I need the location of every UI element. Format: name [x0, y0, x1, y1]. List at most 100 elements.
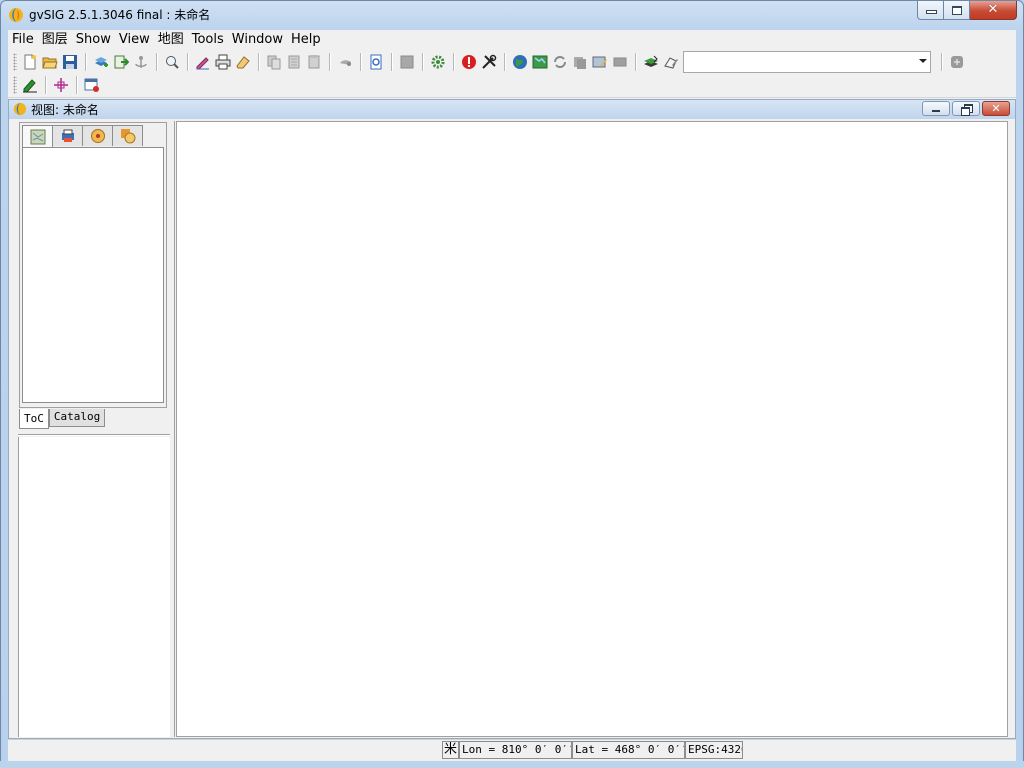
gear-icon[interactable] [429, 53, 447, 71]
map-layers-icon [30, 129, 45, 144]
overview-pane[interactable] [18, 437, 170, 737]
toolbar-separator [258, 53, 259, 71]
tab-catalog[interactable]: Catalog [48, 409, 106, 427]
toolbar-separator [504, 53, 505, 71]
toc-top-tabs [22, 125, 143, 147]
view-minimize-button[interactable] [922, 101, 950, 116]
globe-icon[interactable] [511, 53, 529, 71]
menu-window[interactable]: Window [228, 31, 287, 49]
restore-icon [961, 107, 970, 116]
view-frame-title: 视图: 未命名 [31, 103, 99, 117]
paste-icon[interactable] [305, 53, 323, 71]
cut-icon[interactable] [285, 53, 303, 71]
minimize-icon [932, 110, 940, 112]
tab-disc[interactable] [82, 125, 113, 146]
copy-icon[interactable] [265, 53, 283, 71]
panel-divider[interactable] [18, 434, 170, 436]
toc-bottom-tabs: ToC Catalog [19, 409, 106, 429]
export-icon[interactable] [112, 53, 130, 71]
hand-icon[interactable] [336, 53, 354, 71]
grey-box-icon[interactable] [398, 53, 416, 71]
close-icon: ✕ [991, 102, 1001, 115]
toolbar-row-2 [8, 73, 102, 97]
add-layer-icon[interactable] [92, 53, 110, 71]
pencil-draw-icon[interactable] [194, 53, 212, 71]
menu-tools[interactable]: Tools [188, 31, 228, 49]
locator-icon[interactable] [83, 76, 101, 94]
new-file-icon[interactable] [21, 53, 39, 71]
split-pane-handle[interactable] [171, 121, 175, 737]
menu-map[interactable]: 地图 [154, 31, 188, 49]
toolbar-separator [156, 53, 157, 71]
shapes-tab-icon [120, 129, 135, 144]
zoom-select-icon[interactable] [163, 53, 181, 71]
menu-layer[interactable]: 图层 [38, 31, 72, 49]
box-icon[interactable] [611, 53, 629, 71]
crosshair-icon[interactable] [52, 76, 70, 94]
menu-bar: File 图层 Show View 地图 Tools Window Help [8, 30, 1016, 50]
toolbar-separator [187, 53, 188, 71]
tab-print[interactable] [52, 125, 83, 146]
gvsig-view-icon [13, 102, 27, 116]
error-icon[interactable] [460, 53, 478, 71]
edit-shape-icon[interactable] [662, 53, 680, 71]
tab-shapes[interactable] [112, 125, 143, 146]
tab-layers[interactable] [22, 125, 53, 147]
view-close-button[interactable]: ✕ [982, 101, 1010, 116]
menu-file[interactable]: File [8, 31, 38, 49]
window-bottom-border [0, 761, 1024, 768]
window-title: gvSIG 2.5.1.3046 final : 未命名 [29, 8, 211, 22]
toolbar-separator [453, 53, 454, 71]
toolbar-grip[interactable] [13, 76, 17, 94]
layers-icon[interactable] [642, 53, 660, 71]
toolbar-grip[interactable] [13, 53, 17, 71]
print-icon[interactable] [214, 53, 232, 71]
printer-tab-icon [61, 129, 74, 142]
chevron-down-icon[interactable] [919, 59, 927, 63]
stack-icon[interactable] [571, 53, 589, 71]
toolbar-separator [422, 53, 423, 71]
status-latitude: Lat = 468° 0′ 0′′ [572, 741, 685, 759]
maximize-button[interactable] [944, 1, 970, 20]
refresh-icon[interactable] [551, 53, 569, 71]
asterisk-icon[interactable]: 米 [442, 741, 459, 759]
scale-combo[interactable] [683, 51, 931, 73]
save-icon[interactable] [61, 53, 79, 71]
disc-tab-icon [90, 129, 105, 143]
edit-map-icon[interactable] [591, 53, 609, 71]
toolbar-separator [391, 53, 392, 71]
eraser-icon[interactable] [234, 53, 252, 71]
toolbar-separator [329, 53, 330, 71]
green-pen-icon[interactable] [21, 76, 39, 94]
toolbar-separator [45, 76, 46, 94]
menu-view[interactable]: View [115, 31, 154, 49]
tab-toc[interactable]: ToC [19, 409, 49, 429]
view-frame-controls: ✕ [922, 101, 1010, 116]
close-icon: ✕ [987, 2, 999, 17]
open-folder-icon[interactable] [41, 53, 59, 71]
menu-show[interactable]: Show [72, 31, 115, 49]
view-frame-titlebar[interactable] [8, 99, 1016, 119]
map-icon[interactable] [531, 53, 549, 71]
view-restore-button[interactable] [952, 101, 980, 116]
map-canvas[interactable] [176, 121, 1008, 737]
minimize-button[interactable] [917, 1, 944, 20]
toolbar-separator [635, 53, 636, 71]
toolbar [8, 50, 1016, 98]
toolbar-separator [85, 53, 86, 71]
toolbar-separator [941, 53, 942, 71]
anchor-icon[interactable] [132, 53, 150, 71]
extension-icon[interactable] [948, 53, 966, 71]
window-controls: ✕ [917, 1, 1017, 21]
close-button[interactable]: ✕ [970, 1, 1017, 20]
minimize-icon [927, 11, 936, 13]
status-longitude: Lon = 810° 0′ 0′′ [459, 741, 572, 759]
toc-layer-list[interactable] [22, 147, 164, 403]
toolbar-row-1 [8, 50, 967, 74]
menu-help[interactable]: Help [287, 31, 325, 49]
toolbar-separator [360, 53, 361, 71]
gvsig-logo-icon [9, 8, 23, 22]
tools-icon[interactable] [480, 53, 498, 71]
print-preview-icon[interactable] [367, 53, 385, 71]
status-crs[interactable]: EPSG:4326 [685, 741, 743, 759]
